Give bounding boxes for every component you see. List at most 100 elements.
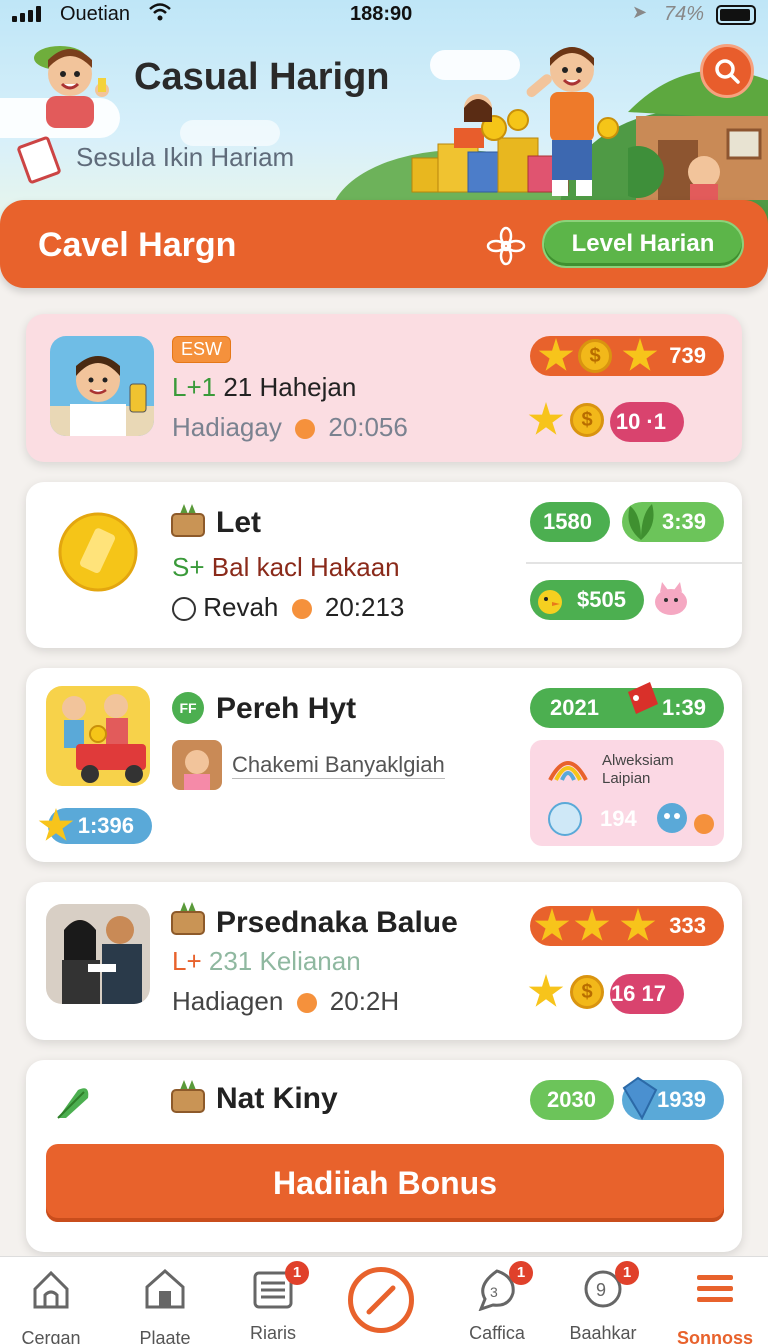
task-card[interactable]: Prsednaka Balue L+ 231 Kelianan Hadiagen… [26,882,742,1040]
card-title: Prsednaka Balue [216,906,458,939]
reward-label: Revah [203,592,279,622]
compass-center-icon [366,1285,396,1315]
task-card[interactable]: Let S+ Bal kacl Hakaan Revah 20:213 1580… [26,482,742,648]
star-icon [534,908,570,941]
card-tag: ESW [172,336,232,363]
year-value: 2021 [550,695,599,720]
count-pill: 16 17 [610,974,684,1014]
mascot-avatar [34,46,109,128]
timer-pill: 2021 1:39 [530,682,724,728]
flower-icon [486,226,526,266]
leaf-icon [57,1088,89,1119]
tag-icon [628,682,658,714]
cash-value: $505 [577,587,626,612]
nav-label: Cergan [21,1328,81,1344]
card-title: Let [216,506,261,539]
nav-item-sonnoss[interactable]: Sonnoss [660,1267,768,1344]
nav-item-baahkar[interactable]: 9 1 Baahkar [548,1261,658,1344]
bonus-button[interactable]: Hadiiah Bonus [46,1144,724,1222]
notification-badge: 1 [285,1261,309,1285]
basket-icon [171,1080,205,1113]
ticket-icon [16,135,62,185]
bonus-card: Nat Kiny 2030 1939 Hadiiah Bonus [26,1060,742,1252]
clock-icon [296,993,317,1014]
star-icon [528,974,564,1007]
gem-value: 1939 [657,1087,706,1112]
star-icon [528,402,564,435]
reward-time: 20:213 [324,592,405,622]
house-icon [145,1268,185,1309]
search-button[interactable] [700,44,754,98]
task-card[interactable]: FF Pereh Hyt Chakemi Banyaklgiah 1:396 2… [26,668,742,862]
level-harian-button[interactable]: Level Harian [542,220,744,268]
score-pill: $ 739 [530,336,724,376]
basket-icon [171,902,205,935]
nav-label: Sonnoss [676,1328,753,1344]
title-badge: FF [172,692,204,724]
nav-item-cergan[interactable]: Cergan [0,1267,106,1344]
gold-coin-icon [58,512,138,592]
star-count-pill: 1:396 [38,808,152,844]
points-value: 1580 [543,509,592,534]
home-outline-icon [33,1270,69,1309]
task-card[interactable]: ESW L+1 21 Hahejan Hadiagay 20:056 $ 739… [26,314,742,462]
points-pill: 2030 [530,1080,614,1120]
gem-pill: 1939 [622,1076,724,1121]
status-time: 188:90 [350,3,413,25]
monster-icon [657,803,687,833]
reward-time: 20:056 [328,412,408,442]
timer-value: 3:39 [661,509,706,534]
carrier-name: Ouetian [60,3,131,25]
score-value: 333 [669,913,706,938]
signal-icon [12,6,41,22]
svg-text:9: 9 [596,1280,606,1300]
nav-label: Plaate [139,1328,191,1344]
daily-banner: Cavel Hargn Level Harian [0,200,768,288]
card-title: Nat Kiny [216,1082,338,1115]
banner-title: Cavel Hargn [38,226,237,264]
medal-icon [548,802,582,836]
count-value: 16 17 [610,981,666,1006]
card-title: Pereh Hyt [216,692,357,725]
points-value: 2030 [547,1087,596,1112]
wifi-icon [148,2,172,28]
list-icon-wrap: 1 [251,1261,309,1311]
star-count-value: 1:396 [77,813,134,838]
divider [526,562,742,564]
count-value: 10 ·1 [615,409,666,434]
nav-item-riaris[interactable]: 1 Riaris [218,1261,328,1344]
battery-icon [716,5,756,25]
star-icon [38,808,74,841]
timer-pill: 3:39 [622,502,724,542]
score-pill: 333 [530,906,724,946]
coin-icon: $ [570,403,604,437]
header-scene: Ouetian 188:90 ➤ 74% Casual Harign Sesul… [0,0,768,232]
star-icon [620,908,656,941]
count-pill: 10 ·1 [610,402,684,442]
reward-time: 20:2H [329,986,400,1016]
points-pill: 1580 [530,502,610,542]
star-icon [622,338,658,371]
notification-badge: 1 [615,1261,639,1285]
orange-dot-icon [694,814,714,834]
star-icon [574,908,610,941]
card-line1: 21 Hahejan [223,372,357,402]
reward-label: Hadiagen [172,986,284,1016]
nav-label: Caffica [469,1323,525,1343]
clock-icon [295,419,316,440]
status-bar: Ouetian 188:90 ➤ 74% [0,0,768,30]
nav-item-plaate[interactable]: Plaate [110,1267,220,1344]
reward-subpanel: Alweksiam Laipian 194 [530,740,724,846]
compass-center-button[interactable] [348,1267,414,1333]
timer-value: 1:39 [661,695,706,720]
boy-phone-thumbnail [50,336,154,436]
cloud [430,50,520,80]
level-prefix: S+ [172,552,205,582]
level-prefix: L+1 [172,372,217,402]
reward-label: Hadiagay [172,412,282,442]
nav-item-caffica[interactable]: 3 1 Caffica [442,1261,552,1344]
plant-icon [628,504,654,540]
nav-label: Riaris [249,1323,296,1343]
basket-icon [171,504,205,537]
bottom-nav: Cergan Plaate 1 Riaris 3 1 Caffica 9 1 B… [0,1256,768,1344]
